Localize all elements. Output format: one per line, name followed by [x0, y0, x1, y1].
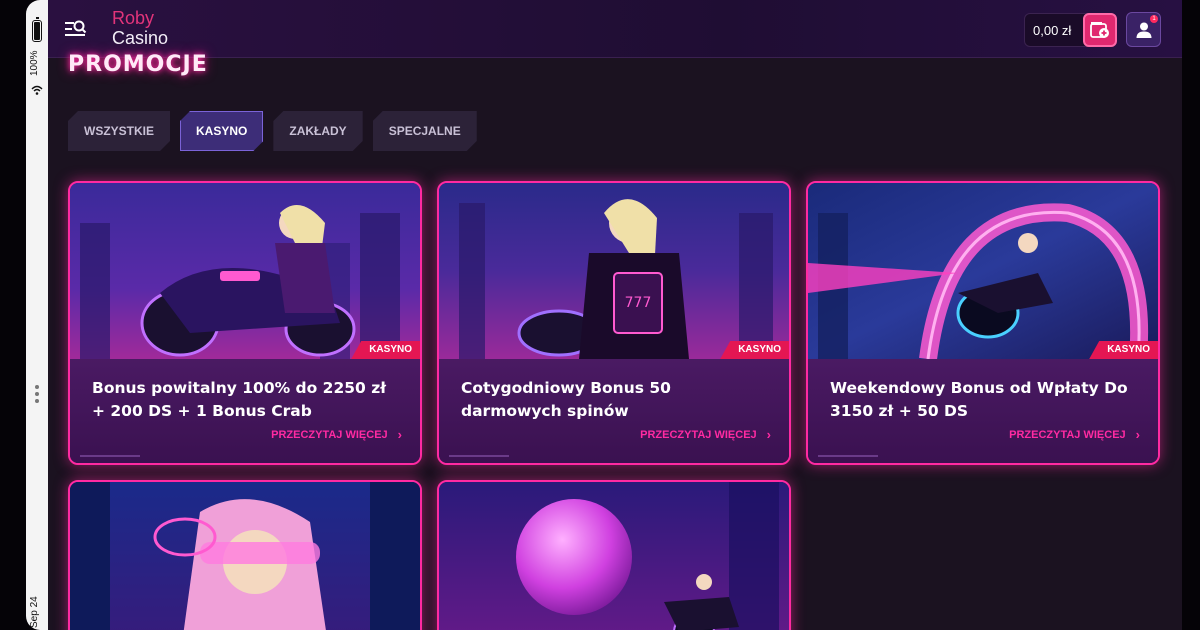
chevron-right-icon: › — [397, 427, 402, 442]
tab-wszystkie[interactable]: WSZYSTKIE — [68, 111, 170, 151]
promo-card[interactable]: KASYNO Bonus powitalny 100% do 2250 zł +… — [68, 181, 422, 465]
read-more-link[interactable]: PRZECZYTAJ WIĘCEJ › — [271, 427, 402, 442]
promo-filter-tabs: WSZYSTKIE KASYNO ZAKŁADY SPECJALNE — [68, 111, 477, 151]
status-date: Sep 24 — [29, 596, 40, 628]
logo-line-casino: Casino — [112, 28, 169, 48]
read-more-label: PRZECZYTAJ WIĘCEJ — [640, 428, 757, 441]
logo-line-roby: Roby — [112, 8, 155, 28]
svg-text:777: 777 — [625, 295, 652, 311]
card-decor-line — [80, 455, 140, 457]
menu-search-icon — [65, 20, 87, 36]
device-status-bar: 100% Sep 24 — [26, 0, 48, 630]
user-icon — [1136, 22, 1151, 38]
promo-image-disco-ball — [439, 482, 789, 630]
page-title: PROMOCJE — [68, 52, 208, 77]
promo-image-loop-track — [808, 183, 1158, 359]
menu-search-button[interactable] — [64, 17, 88, 41]
chevron-right-icon: › — [766, 427, 771, 442]
promo-card[interactable] — [68, 480, 422, 630]
device-bezel-right — [1182, 0, 1200, 630]
promo-title: Bonus powitalny 100% do 2250 zł + 200 DS… — [92, 379, 386, 420]
read-more-link[interactable]: PRZECZYTAJ WIĘCEJ › — [1009, 427, 1140, 442]
tab-zaklady[interactable]: ZAKŁADY — [273, 111, 362, 151]
notification-badge: 1 — [1150, 15, 1158, 23]
split-view-handle[interactable] — [34, 385, 40, 407]
promo-card[interactable]: 777 KASYNO Cotygodniowy Bonus 50 darmowy… — [437, 181, 791, 465]
read-more-label: PRZECZYTAJ WIĘCEJ — [1009, 428, 1126, 441]
promo-image-visor-girl — [70, 482, 420, 630]
category-badge: KASYNO — [720, 341, 789, 359]
battery-icon — [32, 17, 42, 42]
promo-card-body: Bonus powitalny 100% do 2250 zł + 200 DS… — [70, 359, 420, 463]
read-more-link[interactable]: PRZECZYTAJ WIĘCEJ › — [640, 427, 771, 442]
casino-logo[interactable]: Roby Casino — [112, 8, 168, 48]
promo-image-jacket-rider: 777 — [439, 183, 789, 359]
user-account-button[interactable]: 1 — [1126, 12, 1161, 47]
battery-percent: 100% — [29, 50, 40, 76]
tab-kasyno[interactable]: KASYNO — [180, 111, 263, 151]
chevron-right-icon: › — [1135, 427, 1140, 442]
category-badge: KASYNO — [351, 341, 420, 359]
deposit-button[interactable] — [1083, 13, 1117, 47]
wallet-plus-icon — [1090, 22, 1109, 38]
promo-card-body: Cotygodniowy Bonus 50 darmowych spinów P… — [439, 359, 789, 463]
category-badge: KASYNO — [1089, 341, 1158, 359]
promo-image-moto-rider — [70, 183, 420, 359]
promo-title: Weekendowy Bonus od Wpłaty Do 3150 zł + … — [830, 379, 1128, 420]
read-more-label: PRZECZYTAJ WIĘCEJ — [271, 428, 388, 441]
wifi-icon — [31, 85, 43, 95]
promo-card[interactable] — [437, 480, 791, 630]
balance-amount: 0,00 zł — [1033, 23, 1072, 38]
app-screen: Roby Casino 0,00 zł 1 PROMOCJE WSZYSTKIE — [48, 0, 1182, 630]
promo-title: Cotygodniowy Bonus 50 darmowych spinów — [461, 379, 671, 420]
tab-specjalne[interactable]: SPECJALNE — [373, 111, 477, 151]
promo-card[interactable]: KASYNO Weekendowy Bonus od Wpłaty Do 315… — [806, 181, 1160, 465]
top-navbar: Roby Casino 0,00 zł 1 — [48, 0, 1182, 58]
card-decor-line — [449, 455, 509, 457]
promo-card-body: Weekendowy Bonus od Wpłaty Do 3150 zł + … — [808, 359, 1158, 463]
card-decor-line — [818, 455, 878, 457]
device-bezel — [0, 0, 26, 630]
